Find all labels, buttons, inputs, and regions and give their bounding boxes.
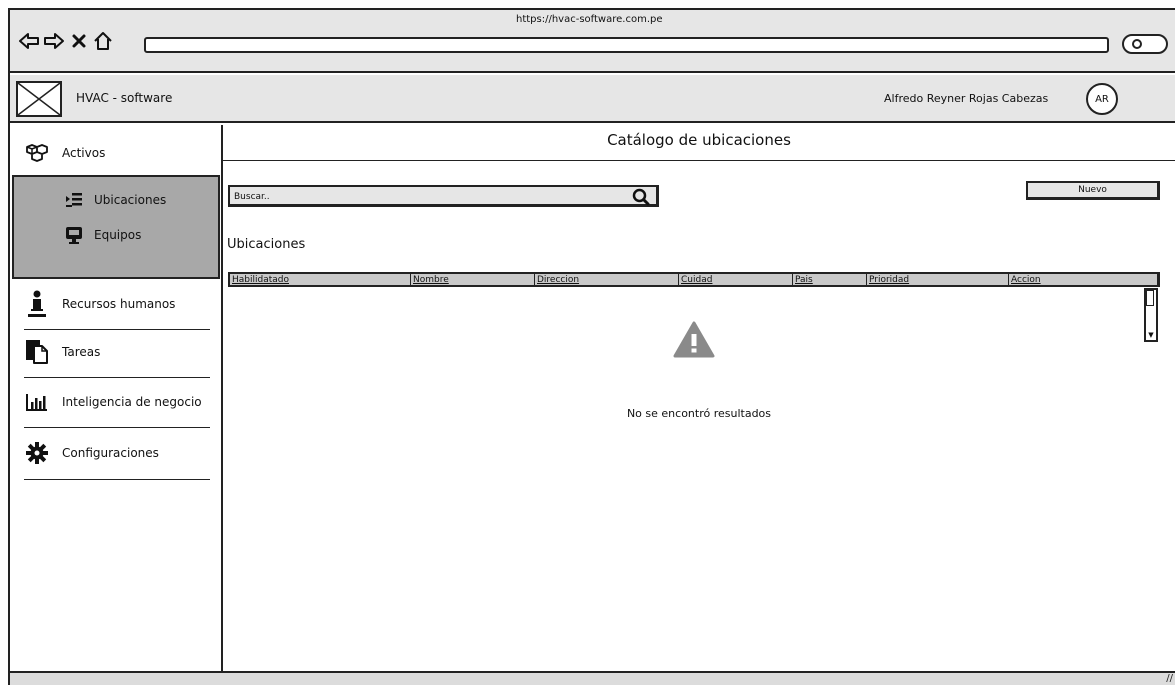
column-header[interactable]: Prioridad <box>866 274 1008 286</box>
browser-search-button[interactable] <box>1122 34 1168 54</box>
scrollbar-thumb[interactable] <box>1146 290 1154 306</box>
search-icon[interactable] <box>632 188 650 206</box>
browser-window: https://hvac-software.com.pe HVAC - soft… <box>8 8 1175 685</box>
documents-icon <box>26 340 48 364</box>
sidebar-item-equipos[interactable]: Equipos <box>14 224 141 246</box>
divider <box>24 329 210 330</box>
divider <box>24 479 210 480</box>
column-header[interactable]: Habilidatado <box>230 274 410 286</box>
empty-message: No se encontró resultados <box>626 407 772 420</box>
page-title: Catálogo de ubicaciones <box>607 131 791 149</box>
sidebar-item-label: Inteligencia de negocio <box>62 395 202 409</box>
logo-image <box>16 81 62 117</box>
table-header: Habilidatado Nombre Direccion Cuidad Pai… <box>228 272 1160 287</box>
scrollbar[interactable]: ▼ <box>1144 288 1158 342</box>
url-text: https://hvac-software.com.pe <box>516 14 663 25</box>
divider <box>223 160 1175 161</box>
sidebar-item-label: Equipos <box>94 228 142 242</box>
user-name[interactable]: Alfredo Reyner Rojas Cabezas <box>884 92 1048 105</box>
sidebar-item-recursos-humanos[interactable]: Recursos humanos <box>10 289 221 319</box>
divider <box>24 377 210 378</box>
divider <box>24 427 210 428</box>
sidebar-item-label: Ubicaciones <box>94 193 167 207</box>
resize-handle-icon[interactable]: // <box>1166 673 1173 684</box>
sidebar-item-label: Tareas <box>62 345 101 359</box>
sidebar: Activos Ubicaciones Equipos Recursos hum… <box>10 125 223 673</box>
sidebar-item-label: Activos <box>62 146 106 160</box>
column-header[interactable]: Nombre <box>410 274 534 286</box>
gear-icon <box>26 442 48 464</box>
forward-icon[interactable] <box>43 30 65 52</box>
back-icon[interactable] <box>18 30 40 52</box>
monitor-icon <box>64 225 84 245</box>
stop-icon[interactable] <box>68 30 90 52</box>
app-title: HVAC - software <box>76 91 173 105</box>
status-bar: // <box>10 671 1175 685</box>
warning-icon <box>673 321 715 358</box>
bar-chart-icon <box>26 391 48 413</box>
avatar[interactable]: AR <box>1086 83 1118 115</box>
app-header: HVAC - software Alfredo Reyner Rojas Cab… <box>10 75 1175 123</box>
sidebar-item-label: Recursos humanos <box>62 297 176 311</box>
sidebar-item-inteligencia-de-negocio[interactable]: Inteligencia de negocio <box>10 387 221 417</box>
sidebar-item-label: Configuraciones <box>62 446 159 460</box>
sidebar-item-activos[interactable]: Activos <box>10 141 221 165</box>
indent-list-icon <box>64 190 84 210</box>
column-header[interactable]: Accion <box>1008 274 1156 286</box>
address-bar[interactable] <box>144 37 1109 53</box>
sidebar-item-tareas[interactable]: Tareas <box>10 337 221 367</box>
sidebar-item-ubicaciones[interactable]: Ubicaciones <box>14 189 166 211</box>
cubes-icon <box>26 142 48 164</box>
search-icon <box>1132 39 1142 49</box>
section-title: Ubicaciones <box>227 237 306 252</box>
search-input-box[interactable] <box>228 185 659 207</box>
column-header[interactable]: Cuidad <box>678 274 792 286</box>
column-header[interactable]: Direccion <box>534 274 678 286</box>
search-input[interactable] <box>234 190 614 204</box>
browser-toolbar: https://hvac-software.com.pe <box>10 10 1175 73</box>
sidebar-item-configuraciones[interactable]: Configuraciones <box>10 438 221 468</box>
person-icon <box>26 290 48 317</box>
column-header[interactable]: Pais <box>792 274 866 286</box>
activos-submenu: Ubicaciones Equipos <box>12 175 220 279</box>
new-button[interactable]: Nuevo <box>1026 181 1160 200</box>
home-icon[interactable] <box>92 30 114 52</box>
chevron-down-icon[interactable]: ▼ <box>1147 331 1155 339</box>
